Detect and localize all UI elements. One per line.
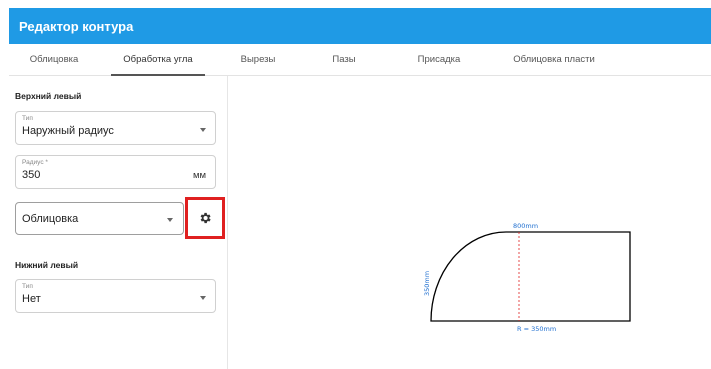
top-left-section-title: Верхний левый — [15, 91, 82, 101]
width-dimension-label: 800mm — [513, 222, 538, 230]
contour-preview: 800mm 350mm R = 350mm — [420, 218, 645, 338]
chevron-down-icon — [200, 296, 206, 300]
gear-icon — [200, 212, 211, 224]
type-field-label: Тип — [22, 283, 33, 290]
tab-cutouts[interactable]: Вырезы — [227, 44, 289, 75]
radius-input[interactable]: Радиус * 350 мм — [15, 155, 216, 189]
edging-select-value: Облицовка — [22, 213, 79, 225]
contour-editor-window: Редактор контура Облицовка Обработка угл… — [0, 0, 711, 369]
top-left-type-select[interactable]: Тип Наружный радиус — [15, 111, 216, 145]
radius-unit: мм — [192, 170, 206, 181]
tab-drilling[interactable]: Присадка — [404, 44, 474, 75]
type-field-value: Наружный радиус — [22, 125, 114, 137]
radius-field-value: 350 — [22, 169, 41, 181]
app-bar: Редактор контура — [9, 8, 711, 44]
height-dimension-label: 350mm — [423, 271, 431, 296]
tab-corner-processing[interactable]: Обработка угла — [109, 44, 207, 75]
bottom-left-section-title: Нижний левый — [15, 260, 79, 270]
type-field-label: Тип — [22, 115, 33, 122]
radius-dimension-label: R = 350mm — [517, 325, 556, 333]
edging-select[interactable]: Облицовка — [15, 202, 184, 235]
tab-facing[interactable]: Облицовка — [19, 44, 89, 75]
tab-bar: Облицовка Обработка угла Вырезы Пазы При… — [9, 44, 711, 76]
app-title: Редактор контура — [19, 18, 134, 34]
settings-button[interactable] — [185, 197, 225, 239]
tab-face-facing[interactable]: Облицовка пласти — [499, 44, 609, 75]
chevron-down-icon — [167, 218, 173, 222]
chevron-down-icon — [200, 128, 206, 132]
bottom-left-type-select[interactable]: Тип Нет — [15, 279, 216, 313]
contour-outline — [430, 231, 631, 322]
radius-field-label: Радиус * — [22, 159, 48, 166]
type-field-value: Нет — [22, 293, 41, 305]
tab-grooves[interactable]: Пазы — [314, 44, 374, 75]
